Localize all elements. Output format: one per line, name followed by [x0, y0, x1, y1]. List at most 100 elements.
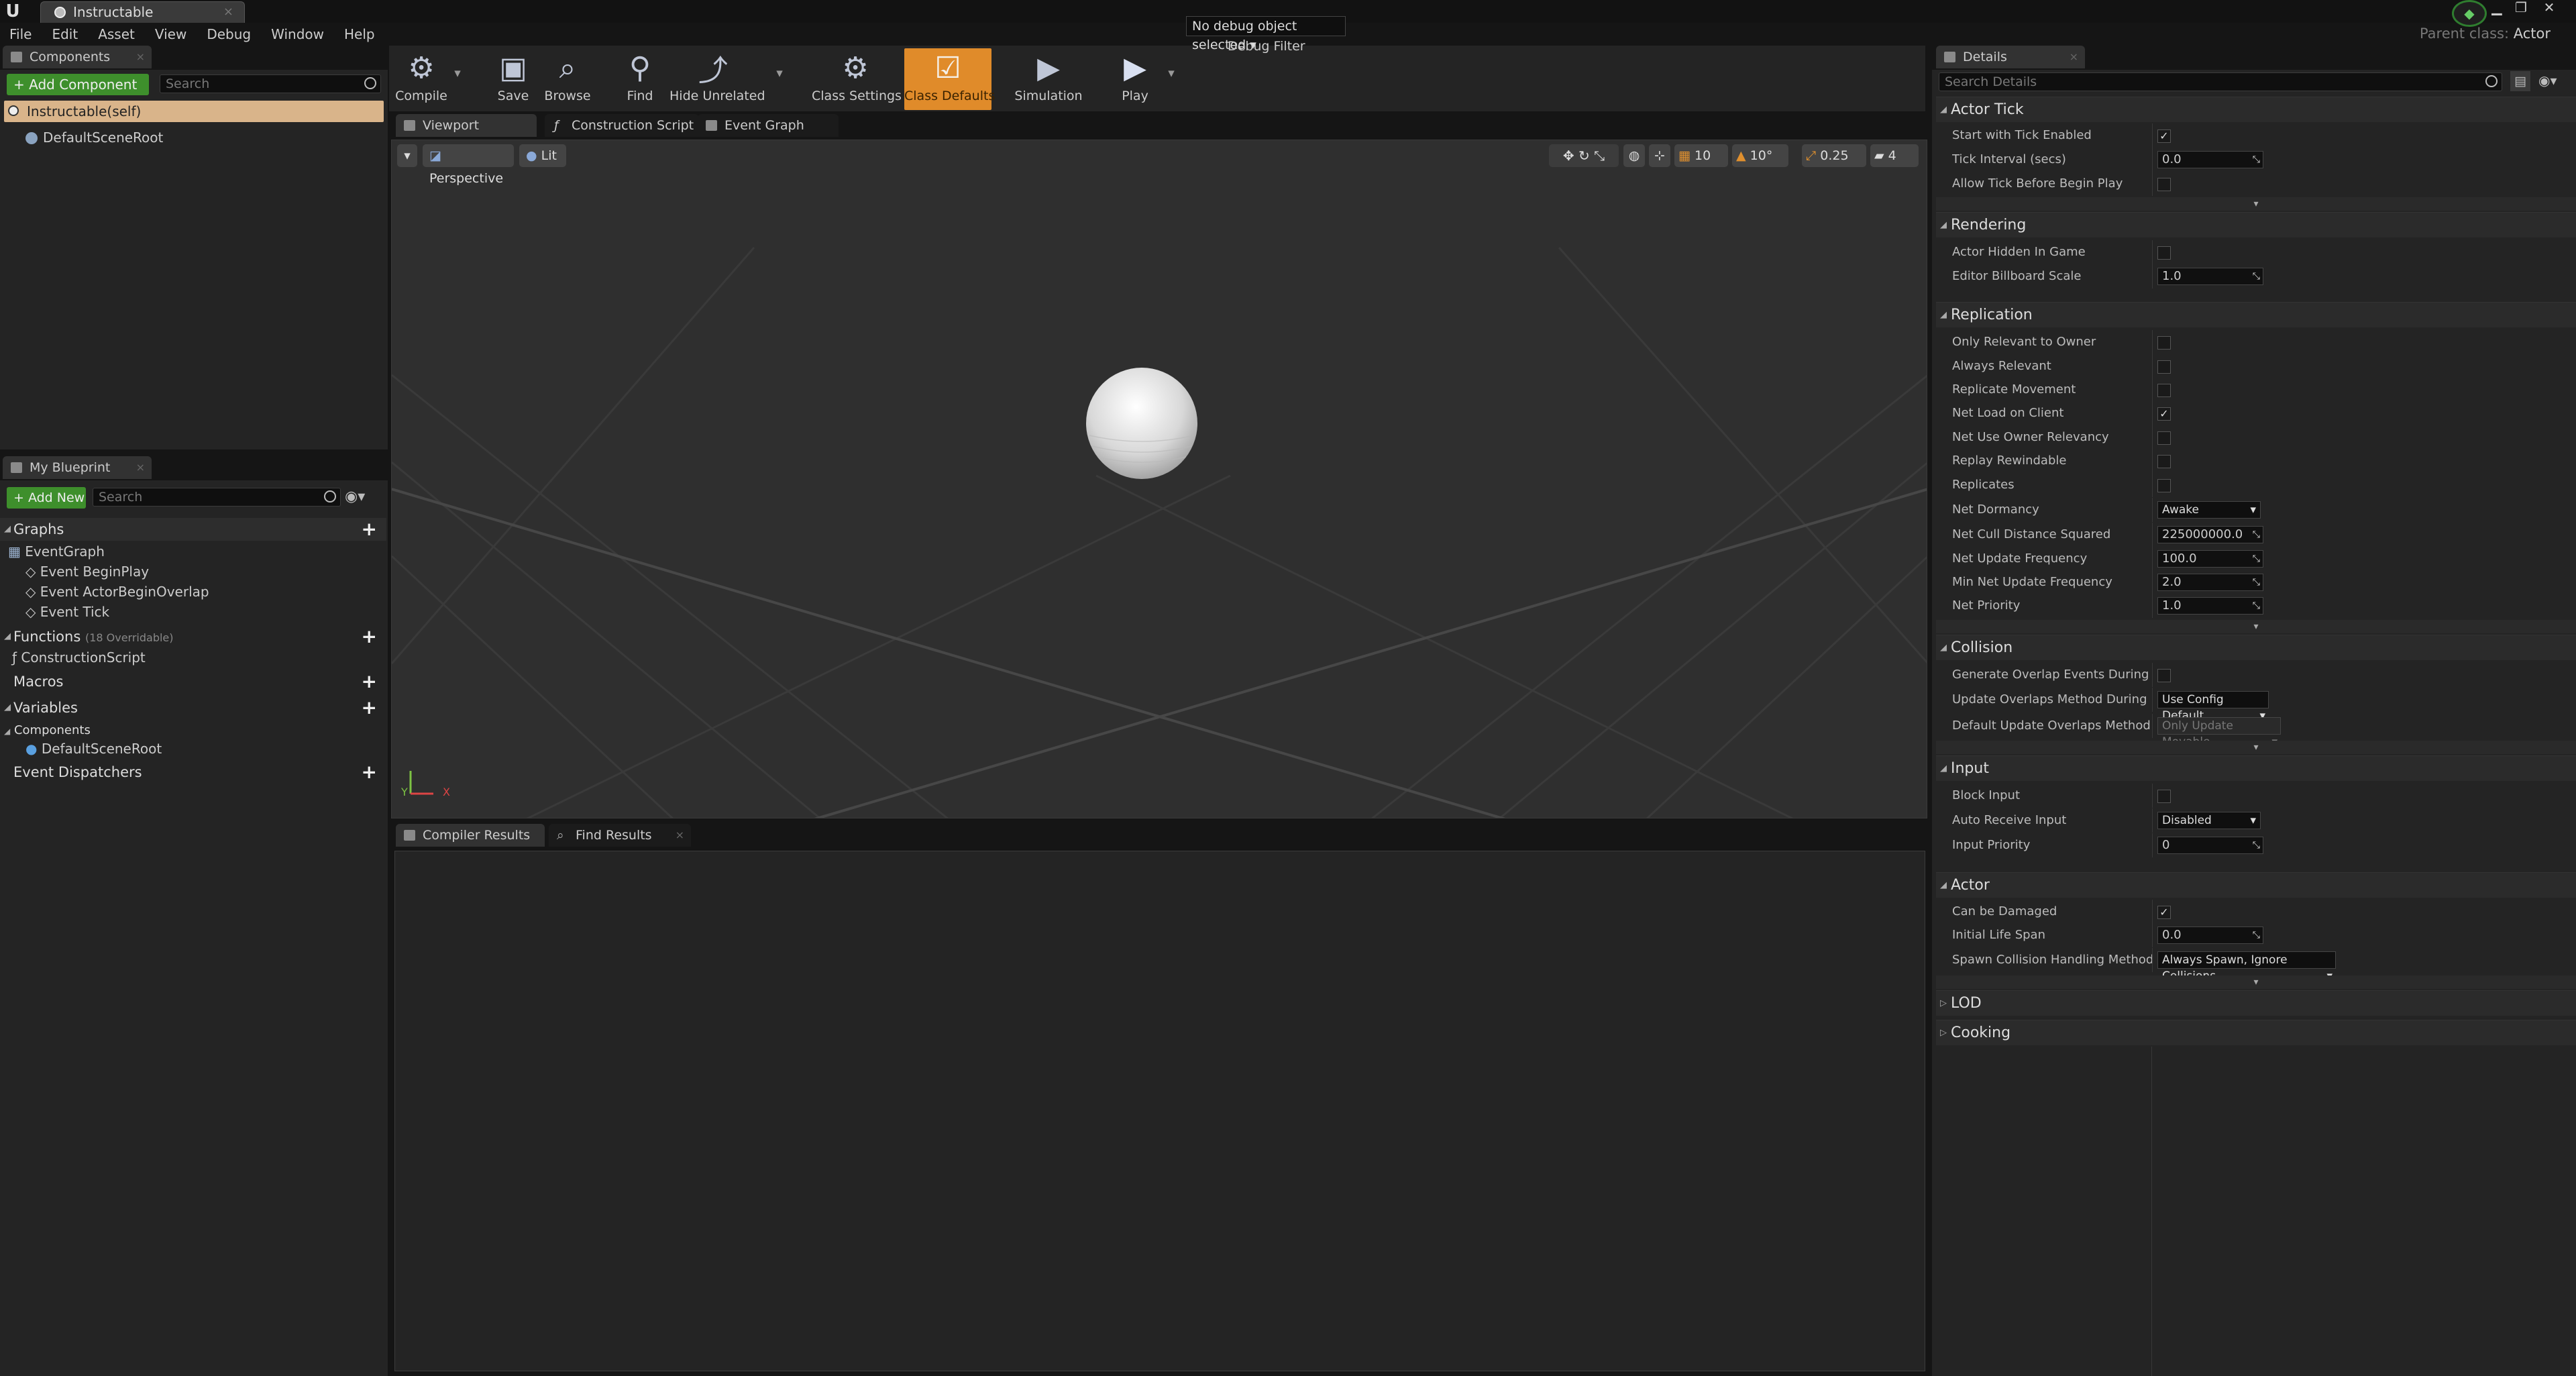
section-lod[interactable]: ▷ LOD — [1936, 990, 2576, 1016]
rotation-snap-toggle[interactable]: ▲ 10° — [1732, 144, 1788, 167]
tab-viewport[interactable]: Viewport — [396, 114, 537, 137]
perspective-button[interactable]: ◪ Perspective — [423, 144, 514, 186]
tab-find-results[interactable]: ⌕ Find Results × — [549, 824, 691, 847]
update-overlaps-dropdown[interactable]: Use Config Default ▾ — [2157, 691, 2269, 723]
menu-file[interactable]: File — [9, 26, 32, 42]
section-replication[interactable]: ◢ Replication — [1936, 302, 2576, 327]
section-actor[interactable]: ◢ Actor — [1936, 872, 2576, 898]
compile-button[interactable]: ⚙ Compile — [394, 48, 448, 110]
translate-icon[interactable]: ✥ — [1563, 148, 1574, 164]
variable-item[interactable]: ● DefaultSceneRoot — [25, 741, 162, 757]
event-item[interactable]: ◇ Event Tick — [25, 604, 109, 620]
net-dormancy-dropdown[interactable]: Awake ▾ — [2157, 501, 2261, 519]
can-be-damaged-checkbox[interactable]: ✓ — [2157, 906, 2171, 919]
tab-my-blueprint[interactable]: My Blueprint × — [3, 456, 152, 479]
spin-arrows-icon[interactable]: ⤡ — [2253, 551, 2260, 567]
spin-arrows-icon[interactable]: ⤡ — [2253, 837, 2260, 853]
lit-mode-button[interactable]: ● Lit — [519, 144, 566, 167]
only-relevant-owner-checkbox[interactable] — [2157, 336, 2171, 350]
initial-life-span-field[interactable]: 0.0 ⤡ — [2157, 927, 2263, 944]
tab-details[interactable]: Details × — [1936, 46, 2085, 68]
hide-unrelated-button[interactable]: ⤴ Hide Unrelated — [669, 48, 765, 110]
spin-arrows-icon[interactable]: ⤡ — [2253, 268, 2260, 284]
replay-rewindable-checkbox[interactable] — [2157, 455, 2171, 468]
spin-arrows-icon[interactable]: ⤡ — [2253, 927, 2260, 943]
min-net-update-field[interactable]: 2.0 ⤡ — [2157, 574, 2263, 591]
rotate-icon[interactable]: ↻ — [1578, 148, 1590, 164]
section-input[interactable]: ◢ Input — [1936, 755, 2576, 781]
close-icon[interactable]: × — [223, 2, 233, 22]
play-button[interactable]: ▶ Play — [1108, 48, 1162, 110]
menu-asset[interactable]: Asset — [98, 26, 135, 42]
generate-overlap-checkbox[interactable] — [2157, 669, 2171, 682]
simulation-button[interactable]: ▶ Simulation — [1012, 48, 1085, 110]
camera-speed-button[interactable]: ▰ 4 — [1870, 144, 1919, 167]
add-macro-icon[interactable]: + — [362, 670, 377, 693]
parent-class-value[interactable]: Actor — [2514, 25, 2551, 42]
input-priority-field[interactable]: 0 ⤡ — [2157, 837, 2263, 854]
browse-button[interactable]: ⌕ Browse — [541, 48, 594, 110]
tab-compiler-results[interactable]: Compiler Results — [396, 824, 545, 847]
replicates-checkbox[interactable] — [2157, 479, 2171, 492]
class-settings-button[interactable]: ⚙ Class Settings — [812, 48, 902, 110]
add-function-icon[interactable]: + — [362, 625, 377, 648]
replicate-movement-checkbox[interactable] — [2157, 384, 2171, 397]
auto-receive-input-dropdown[interactable]: Disabled ▾ — [2157, 812, 2261, 829]
net-load-client-checkbox[interactable]: ✓ — [2157, 407, 2171, 421]
add-new-button[interactable]: + Add New — [7, 487, 86, 509]
close-icon[interactable]: × — [676, 824, 684, 847]
view-options-eye-icon[interactable]: ◉▾ — [2538, 72, 2557, 89]
spin-arrows-icon[interactable]: ⤡ — [2253, 574, 2260, 590]
net-cull-field[interactable]: 225000000.0 ⤡ — [2157, 526, 2263, 543]
find-button[interactable]: ⚲ Find — [613, 48, 667, 110]
maximize-icon[interactable]: ❐ — [2512, 0, 2530, 15]
hidden-in-game-checkbox[interactable] — [2157, 246, 2171, 260]
save-button[interactable]: ▣ Save — [490, 48, 537, 110]
block-input-checkbox[interactable] — [2157, 790, 2171, 803]
tab-construction-script[interactable]: ƒ Construction Script — [545, 114, 699, 137]
menu-debug[interactable]: Debug — [207, 26, 251, 42]
blueprint-search-input[interactable]: Search — [93, 488, 341, 507]
transform-tools-group[interactable]: ✥ ↻ ⤡ — [1549, 144, 1619, 167]
component-self-row[interactable]: Instructable(self) — [4, 101, 384, 122]
net-priority-field[interactable]: 1.0 ⤡ — [2157, 597, 2263, 615]
menu-view[interactable]: View — [155, 26, 186, 42]
view-options-eye-icon[interactable]: ◉▾ — [345, 488, 365, 505]
advanced-expander-icon[interactable]: ▾ — [1936, 741, 2576, 754]
property-matrix-icon[interactable]: ▤ — [2510, 71, 2530, 91]
components-search-input[interactable]: Search — [160, 74, 381, 93]
viewport-options-button[interactable]: ▾ — [397, 144, 417, 167]
close-icon[interactable]: × — [2070, 46, 2078, 68]
construction-script-item[interactable]: ƒ ConstructionScript — [12, 649, 146, 666]
section-rendering[interactable]: ◢ Rendering — [1936, 212, 2576, 237]
close-icon[interactable]: × — [136, 46, 145, 68]
grid-snap-toggle[interactable]: ▦ 10 — [1674, 144, 1728, 167]
event-graph-item[interactable]: ▦ EventGraph — [8, 543, 105, 560]
tab-components[interactable]: Components × — [3, 46, 152, 68]
section-actor-tick[interactable]: ◢ Actor Tick — [1936, 97, 2576, 122]
details-search-input[interactable]: Search Details — [1939, 72, 2502, 91]
add-graph-icon[interactable]: + — [362, 518, 377, 541]
world-local-icon[interactable]: ◍ — [1623, 144, 1645, 167]
document-tab[interactable]: Instructable × — [40, 1, 245, 23]
billboard-scale-field[interactable]: 1.0 ⤡ — [2157, 268, 2263, 285]
add-variable-icon[interactable]: + — [362, 696, 377, 719]
allow-tick-checkbox[interactable] — [2157, 178, 2171, 191]
viewport[interactable]: Y X ▾ ◪ Perspective ● Lit ✥ ↻ ⤡ ◍ ⊹ ▦ 10… — [391, 140, 1927, 818]
section-cooking[interactable]: ▷ Cooking — [1936, 1020, 2576, 1045]
tick-interval-field[interactable]: 0.0 ⤡ — [2157, 151, 2263, 168]
advanced-expander-icon[interactable]: ▾ — [1936, 197, 2576, 211]
graphs-section[interactable]: ◢ Graphs + — [0, 518, 386, 541]
event-item[interactable]: ◇ Event ActorBeginOverlap — [25, 584, 209, 600]
component-root-row[interactable]: DefaultSceneRoot — [25, 129, 163, 146]
menu-window[interactable]: Window — [271, 26, 324, 42]
minimize-icon[interactable]: ▁ — [2487, 0, 2506, 15]
menu-help[interactable]: Help — [344, 26, 375, 42]
tab-event-graph[interactable]: Event Graph — [698, 114, 839, 137]
spin-arrows-icon[interactable]: ⤡ — [2253, 527, 2260, 543]
debug-object-select[interactable]: No debug object selected ▾ — [1186, 16, 1346, 52]
event-dispatchers-section[interactable]: Event Dispatchers + — [0, 761, 386, 784]
spin-arrows-icon[interactable]: ⤡ — [2253, 152, 2260, 168]
components-category[interactable]: ◢ Components — [4, 723, 91, 737]
class-defaults-button[interactable]: ☑ Class Defaults — [904, 48, 995, 110]
